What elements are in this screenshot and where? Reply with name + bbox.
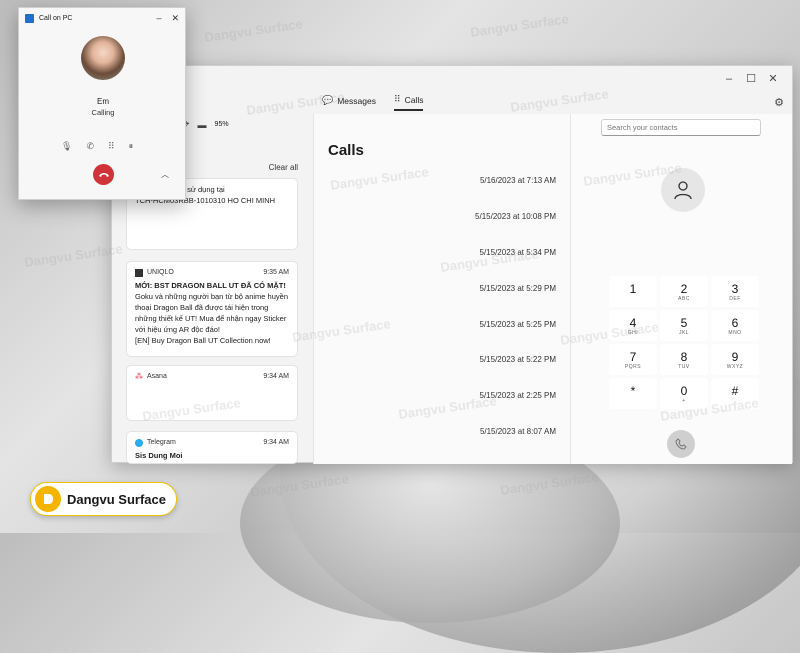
key-8[interactable]: 8 TUV [660, 344, 708, 375]
key-digit: 8 [680, 349, 688, 364]
popup-close-button[interactable]: ✕ [171, 13, 179, 24]
key-digit: 3 [731, 281, 739, 296]
dialpad-icon: ⠿ [393, 94, 401, 104]
close-button[interactable]: ✕ [762, 70, 784, 88]
key-digit: * [630, 383, 636, 398]
maximize-button[interactable]: ☐ [740, 70, 762, 88]
key-letters: DEF [729, 295, 741, 302]
call-history-item[interactable]: 5/15/2023 at 10:08 PM [475, 212, 556, 221]
app-name: UNIQLO [147, 269, 174, 276]
uniqlo-icon [135, 269, 143, 278]
key-letters: WXYZ [726, 363, 744, 370]
key-digit: 7 [629, 349, 637, 364]
key-digit: 0 [680, 383, 688, 398]
key-digit: 6 [731, 315, 739, 330]
notification-time: 9:34 AM [263, 373, 289, 380]
card-header: ⁂ Asana 9:34 AM [135, 372, 289, 382]
popup-minimize-button[interactable]: – [156, 13, 161, 24]
window-controls: – ☐ ✕ [718, 70, 784, 88]
call-history-item[interactable]: 5/15/2023 at 5:22 PM [480, 355, 557, 364]
call-history-item[interactable]: 5/15/2023 at 5:25 PM [480, 320, 557, 329]
call-on-pc-popup: Call on PC – ✕ Em Calling 🎙 ✆ ⠿ ⏸ ︿ [18, 7, 186, 200]
notification-card[interactable]: Telegram 9:34 AM Sis Dung Moi [126, 431, 298, 464]
caller-name: Em [97, 97, 109, 106]
key-star[interactable]: * [609, 378, 657, 409]
watermark: Dangvu Surface [23, 241, 124, 270]
key-digit: 2 [680, 281, 688, 296]
asana-icon: ⁂ [135, 372, 143, 382]
transfer-call-icon[interactable]: ✆ [86, 141, 94, 152]
settings-gear-icon[interactable]: ⚙ [774, 96, 784, 109]
phone-status-row: ⟳ ▬ 95% [182, 119, 229, 130]
caller-avatar [81, 36, 125, 80]
minimize-button[interactable]: – [718, 70, 740, 88]
telegram-icon [135, 439, 143, 448]
key-letters: + [682, 397, 686, 404]
key-letters: ABC [678, 295, 690, 302]
clear-all-button[interactable]: Clear all [269, 163, 298, 172]
key-digit: # [731, 383, 739, 398]
call-actions: 🎙 ✆ ⠿ ⏸ [61, 141, 133, 152]
phone-icon [675, 438, 687, 450]
key-letters: JKL [678, 329, 690, 336]
key-5[interactable]: 5 JKL [660, 310, 708, 341]
key-1[interactable]: 1 [609, 276, 657, 307]
mute-icon[interactable]: 🎙 [61, 141, 72, 152]
key-digit: 5 [680, 315, 688, 330]
hang-up-button[interactable] [93, 164, 114, 185]
caller-status: Calling [91, 108, 115, 117]
brand-logo: Dangvu Surface [30, 482, 177, 516]
chevron-up-icon[interactable]: ︿ [161, 169, 169, 180]
notification-body: Goku và những người bạn từ bộ anime huyề… [135, 292, 288, 345]
battery-level: 95% [214, 121, 229, 128]
notification-time: 9:34 AM [263, 439, 289, 446]
key-3[interactable]: 3 DEF [711, 276, 759, 307]
key-digit: 9 [731, 349, 739, 364]
hold-icon[interactable]: ⏸ [129, 141, 134, 152]
card-header: UNIQLO 9:35 AM [135, 268, 289, 278]
popup-controls: – ✕ [156, 13, 179, 24]
key-letters: TUV [678, 363, 690, 370]
tab-label: Calls [404, 94, 424, 105]
app-name: Asana [147, 373, 167, 380]
keypad-icon[interactable]: ⠿ [108, 141, 115, 152]
tab-calls[interactable]: ⠿ Calls [393, 94, 424, 111]
key-digit: 1 [629, 281, 637, 296]
calls-heading: Calls [328, 142, 364, 159]
notification-card[interactable]: UNIQLO 9:35 AM MỚI: BST DRAGON BALL UT Đ… [126, 261, 298, 357]
brand-name: Dangvu Surface [67, 491, 166, 507]
key-6[interactable]: 6 MNO [711, 310, 759, 341]
notification-time: 9:35 AM [263, 269, 289, 276]
key-7[interactable]: 7 PQRS [609, 344, 657, 375]
popup-title: Call on PC [39, 15, 73, 22]
key-9[interactable]: 9 WXYZ [711, 344, 759, 375]
call-history-item[interactable]: 5/16/2023 at 7:13 AM [480, 176, 556, 185]
call-history-item[interactable]: 5/15/2023 at 8:07 AM [480, 427, 556, 436]
end-call-icon [98, 172, 109, 177]
notification-title: MỚI: BST DRAGON BALL UT ĐÃ CÓ MẶT! [135, 281, 286, 291]
brand-mark-icon [35, 486, 61, 512]
dial-keypad: 1 2 ABC 3 DEF 4 GHI 5 JKL 6 MNO 7 PQRS 8 TUV 9W… [609, 276, 759, 409]
search-contacts-input[interactable] [601, 119, 761, 136]
notification-title: Sis Dung Moi [135, 451, 183, 461]
watermark: Dangvu Surface [203, 16, 304, 45]
popup-titlebar: Call on PC – ✕ [19, 8, 185, 29]
phone-link-icon [25, 14, 34, 23]
key-2[interactable]: 2 ABC [660, 276, 708, 307]
person-icon [674, 181, 692, 200]
watermark: Dangvu Surface [469, 11, 570, 40]
battery-icon: ▬ [197, 119, 207, 130]
key-letters: PQRS [624, 363, 642, 370]
call-history-item[interactable]: 5/15/2023 at 5:29 PM [480, 284, 557, 293]
call-button[interactable] [667, 430, 695, 458]
app-name: Telegram [147, 439, 176, 446]
card-header: Telegram 9:34 AM [135, 438, 289, 448]
key-letters: MNO [728, 329, 742, 336]
